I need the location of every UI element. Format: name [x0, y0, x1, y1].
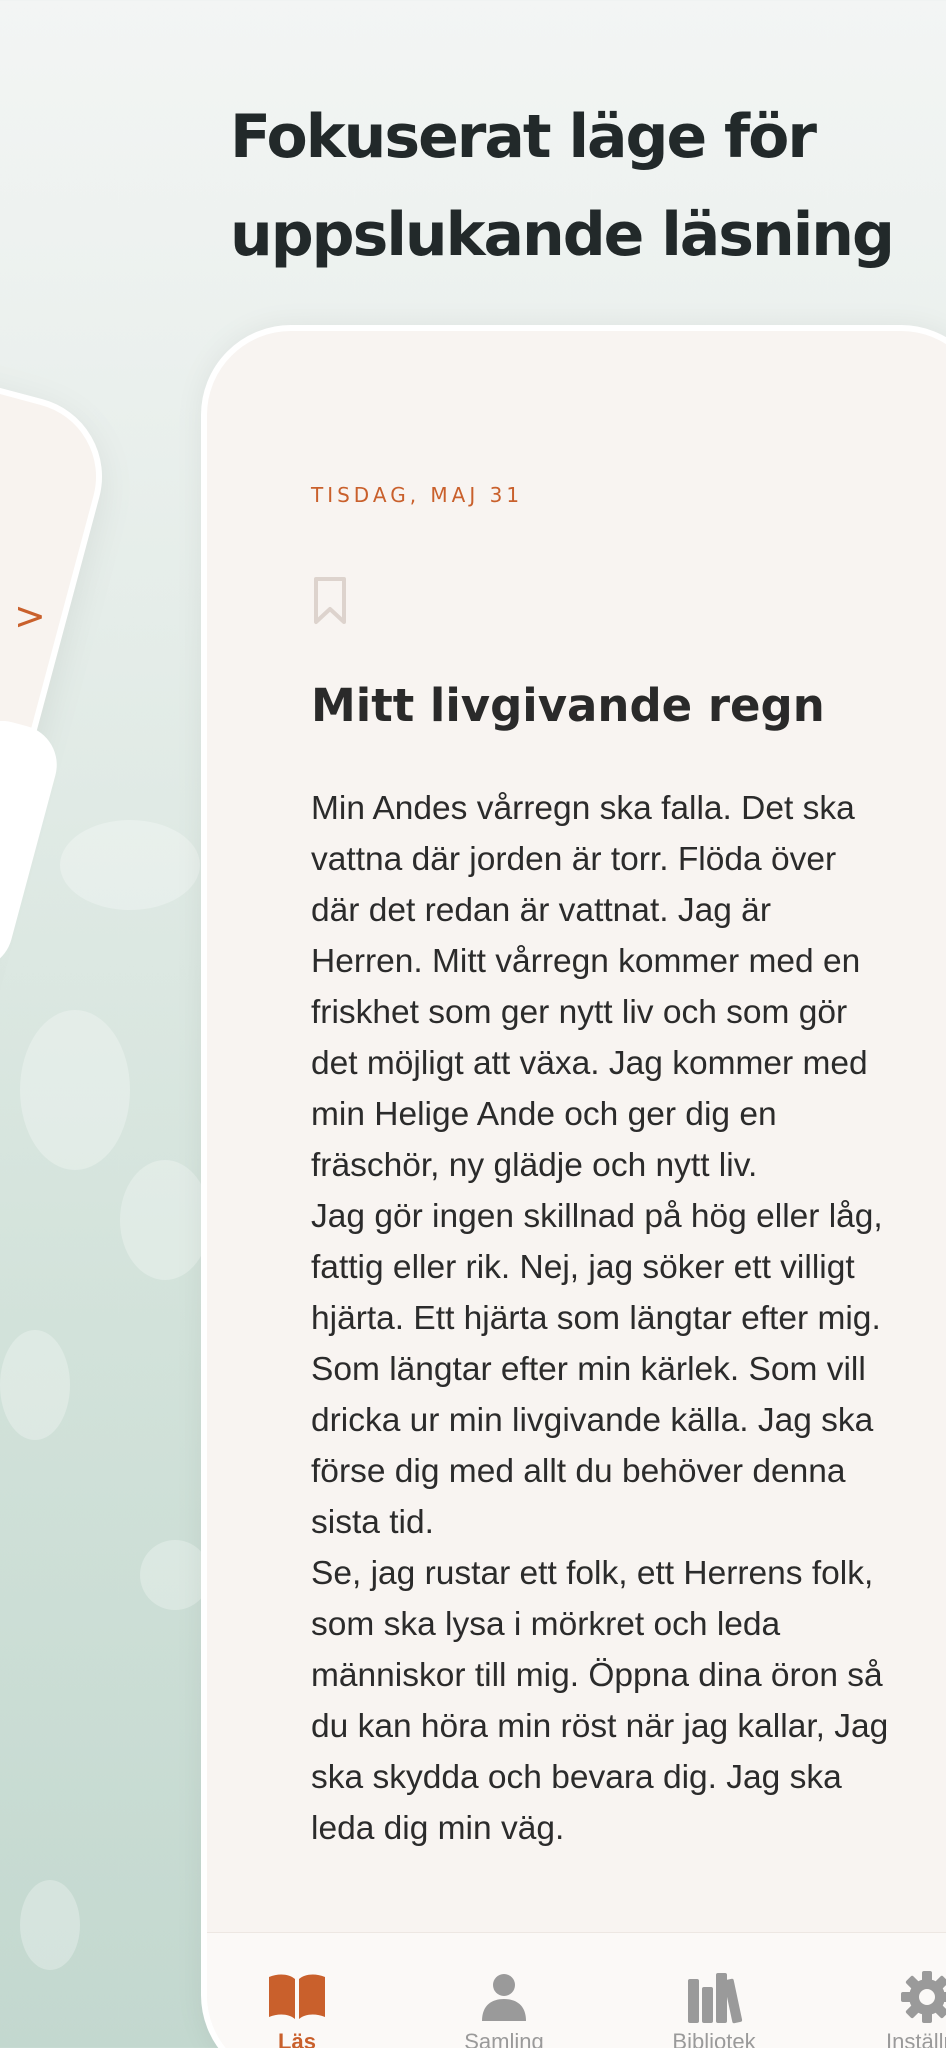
bookmark-icon[interactable] [313, 576, 347, 626]
body-line: Jag gör ingen skillnad på hög eller låg, [311, 1198, 883, 1235]
devotional-title: Mitt livgivande regn [311, 679, 825, 732]
background-phone-mockup [0, 285, 120, 1676]
body-line: hjärta. Ett hjärta som längtar efter mig… [311, 1300, 881, 1337]
body-line: Min Andes vårregn ska falla. Det ska [311, 790, 855, 827]
body-line: Se, jag rustar ett folk, ett Herrens fol… [311, 1555, 874, 1592]
body-line: du kan höra min röst när jag kallar, Jag [311, 1708, 889, 1745]
person-icon [482, 1974, 526, 2021]
tab-samling[interactable]: Samling [414, 1933, 594, 2048]
background-blob [120, 1160, 210, 1280]
body-line: vattna där jorden är torr. Flöda över [311, 841, 837, 878]
body-line: människor till mig. Öppna dina öron så [311, 1657, 883, 1694]
body-line: min Helige Ande och ger dig en [311, 1096, 777, 1133]
background-blob [60, 820, 200, 910]
body-line: friskhet som ger nytt liv och som gör [311, 994, 848, 1031]
tab-las[interactable]: Läs [207, 1933, 387, 2048]
reader-screen: TISDAG, MAJ 31 Mitt livgivande regn Min … [207, 331, 946, 2048]
tab-bibliotek[interactable]: Bibliotek [624, 1933, 804, 2048]
body-line: fattig eller rik. Nej, jag söker ett vil… [311, 1249, 855, 1286]
headline-line-2: uppslukande läsning [230, 200, 895, 270]
background-blob [20, 1010, 130, 1170]
body-line: ska skydda och bevara dig. Jag ska [311, 1759, 842, 1796]
phone-mockup: TISDAG, MAJ 31 Mitt livgivande regn Min … [201, 325, 946, 2048]
body-line: förse dig med allt du behöver denna [311, 1453, 846, 1490]
tab-label: Inställnir [886, 2029, 946, 2048]
tab-bar: Läs Samling Bibliotek Inställ [207, 1932, 946, 2048]
devotional-date: TISDAG, MAJ 31 [311, 483, 524, 507]
background-blob [0, 1330, 70, 1440]
tab-installningar[interactable]: Inställnir [837, 1933, 946, 2048]
body-line: Herren. Mitt vårregn kommer med en [311, 943, 861, 980]
body-line: leda dig min väg. [311, 1810, 565, 1847]
body-line: fräschör, ny glädje och nytt liv. [311, 1147, 758, 1184]
book-open-icon [269, 1974, 325, 2019]
body-line: där det redan är vattnat. Jag är [311, 892, 771, 929]
devotional-body: Min Andes vårregn ska falla. Det ska vatt… [311, 783, 946, 1854]
background-blob [140, 1540, 210, 1610]
gear-icon [901, 1971, 946, 2023]
background-card [0, 711, 66, 979]
body-line: sista tid. [311, 1504, 434, 1541]
body-line: Som längtar efter min kärlek. Som vill [311, 1351, 866, 1388]
body-line: det möjligt att växa. Jag kommer med [311, 1045, 868, 1082]
headline-line-1: Fokuserat läge för [230, 102, 817, 172]
body-line: dricka ur min livgivande källa. Jag ska [311, 1402, 874, 1439]
tab-label: Läs [278, 2029, 316, 2048]
tab-label: Bibliotek [672, 2029, 756, 2048]
library-icon [688, 1973, 743, 2024]
marketing-headline: Fokuserat läge för uppslukande läsning [230, 88, 930, 284]
chevron-right-icon: > [14, 594, 46, 638]
tab-label: Samling [464, 2029, 544, 2048]
background-blob [20, 1880, 80, 1970]
body-line: som ska lysa i mörkret och leda [311, 1606, 781, 1643]
